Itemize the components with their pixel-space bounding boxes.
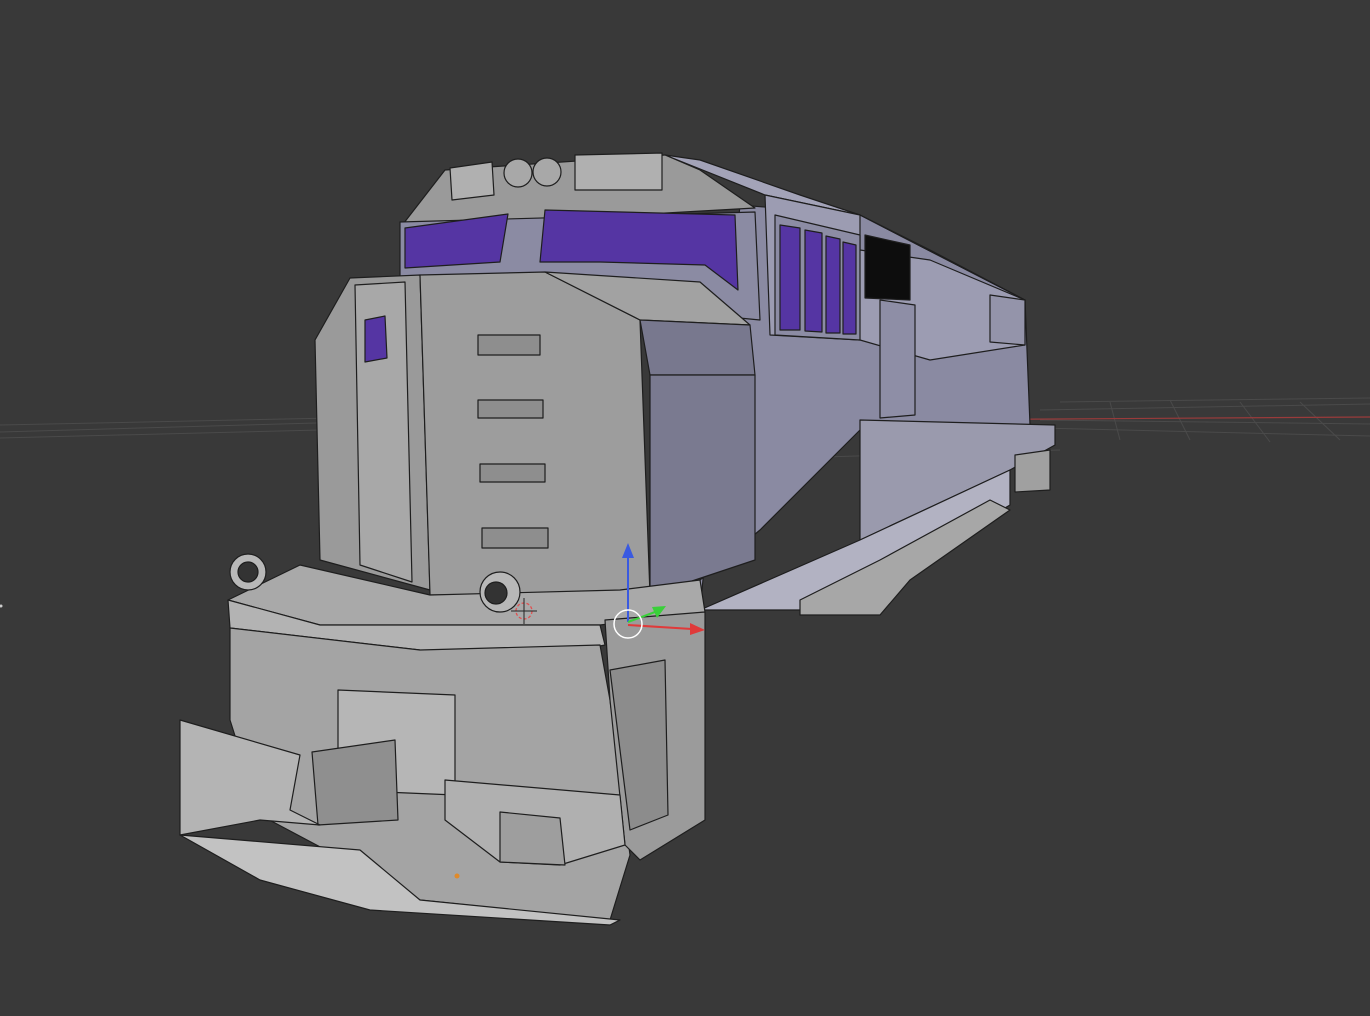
viewport-canvas[interactable]: [0, 0, 1370, 1016]
ditch-light-right-lens: [484, 581, 508, 605]
edge-marker: [0, 604, 3, 608]
nose-window: [364, 315, 388, 363]
horn-right: [532, 157, 562, 187]
side-box: [989, 294, 1026, 346]
coupler: [311, 739, 399, 826]
plow-front-panel: [499, 811, 566, 866]
headlight-box-left: [449, 161, 495, 201]
side-window-1: [779, 224, 801, 331]
horn-left: [503, 158, 533, 188]
nose-step-2: [477, 399, 544, 419]
cab-door-dark: [864, 234, 911, 301]
headlight-box-right: [574, 152, 663, 191]
ditch-light-left-lens: [237, 561, 259, 583]
locomotive-mesh[interactable]: [179, 152, 1056, 926]
nose-right-face: [649, 374, 756, 596]
3d-viewport[interactable]: [0, 0, 1370, 1016]
side-hood-panel: [879, 299, 916, 419]
nose-step-4: [481, 527, 549, 549]
side-window-4: [842, 241, 857, 335]
nose-step-3: [479, 463, 546, 483]
side-window-2: [804, 229, 823, 333]
side-window-3: [825, 235, 841, 334]
rear-coupler: [1014, 449, 1051, 493]
nose-right-block: [639, 319, 756, 376]
object-origin: [454, 873, 460, 879]
nose-step-1: [477, 334, 541, 356]
